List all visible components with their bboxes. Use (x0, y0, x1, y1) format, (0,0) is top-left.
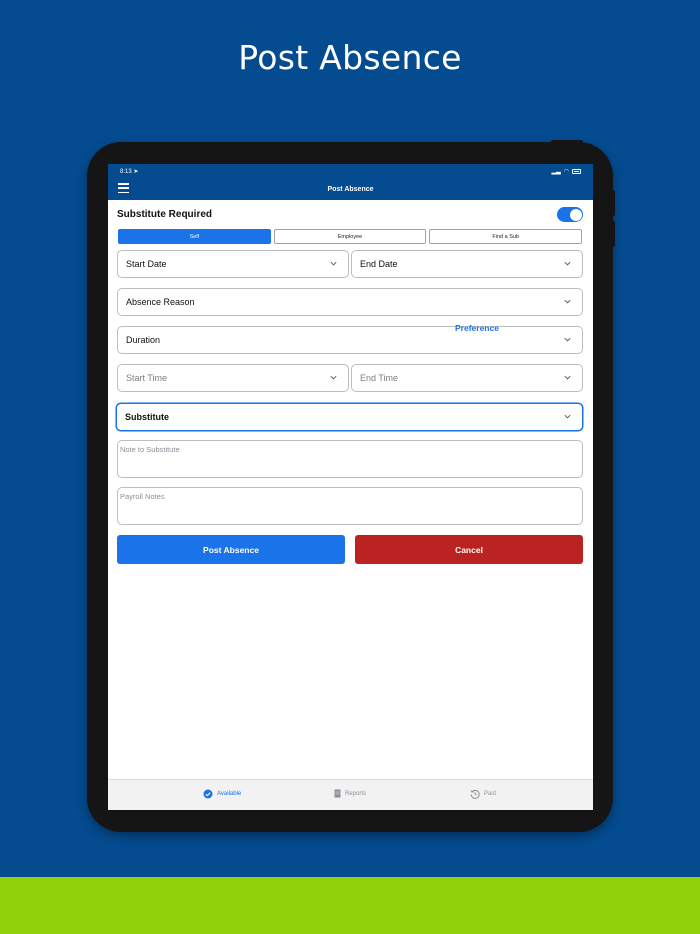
document-icon (334, 789, 341, 798)
start-time-field[interactable]: Start Time (117, 364, 349, 392)
status-time: 8:13 ➤ (120, 168, 139, 175)
chevron-down-icon (564, 299, 571, 304)
status-icons: ▂▃ ◠ (552, 168, 581, 175)
nav-title: Post Absence (327, 185, 374, 193)
post-absence-button[interactable]: Post Absence (117, 535, 345, 564)
tab-past[interactable]: Past (470, 789, 496, 799)
absence-reason-field[interactable]: Absence Reason (117, 288, 583, 316)
toggle-knob (569, 208, 582, 221)
chevron-down-icon (564, 375, 571, 380)
substitute-required-row: Substitute Required (117, 207, 583, 222)
preference-link[interactable]: Preference (455, 323, 499, 333)
battery-icon (572, 168, 581, 174)
end-date-label: End Date (360, 259, 398, 269)
tablet-volume-up-button (611, 190, 615, 216)
cancel-button[interactable]: Cancel (355, 535, 583, 564)
end-time-placeholder: End Time (360, 373, 399, 383)
signal-icon: ▂▃ (551, 168, 561, 175)
duration-field[interactable]: Duration (117, 326, 583, 354)
wifi-icon: ◠ (563, 168, 569, 175)
substitute-label: Substitute (125, 412, 169, 422)
tab-available[interactable]: Available (203, 789, 241, 799)
tablet-volume-down-button (611, 221, 615, 247)
segment-self[interactable]: Self (118, 229, 271, 244)
history-icon (470, 789, 480, 799)
app-screen: 8:13 ➤ ▂▃ ◠ Post Absence Substitute Requ… (108, 164, 593, 810)
tab-reports-label: Reports (345, 790, 367, 797)
end-time-field[interactable]: End Time (351, 364, 583, 392)
payroll-notes-placeholder: Payroll Notes (120, 492, 165, 501)
tab-reports[interactable]: Reports (334, 789, 366, 798)
green-band (0, 877, 700, 934)
tab-past-label: Past (484, 791, 497, 797)
substitute-field[interactable]: Substitute (116, 403, 583, 431)
tab-available-label: Available (217, 791, 242, 797)
chevron-down-icon (564, 414, 571, 419)
duration-label: Duration (126, 335, 161, 345)
segmented-control: Self Employee Find a Sub (118, 229, 583, 244)
start-date-field[interactable]: Start Date (117, 250, 349, 278)
note-to-substitute-input[interactable]: Note to Substitute (117, 440, 583, 478)
start-date-label: Start Date (126, 259, 167, 269)
tablet-power-button (551, 140, 583, 144)
absence-reason-label: Absence Reason (126, 297, 195, 307)
payroll-notes-input[interactable]: Payroll Notes (117, 487, 583, 525)
start-time-placeholder: Start Time (126, 373, 168, 383)
chevron-down-icon (564, 261, 571, 266)
note-to-substitute-placeholder: Note to Substitute (120, 445, 180, 454)
nav-bar: Post Absence (108, 178, 593, 200)
menu-icon[interactable] (118, 183, 129, 193)
chevron-down-icon (330, 261, 337, 266)
segment-find-a-sub[interactable]: Find a Sub (429, 229, 583, 244)
end-date-field[interactable]: End Date (351, 250, 583, 278)
hero-title: Post Absence (238, 38, 462, 77)
status-bar: 8:13 ➤ ▂▃ ◠ (108, 164, 593, 178)
substitute-required-toggle[interactable] (557, 207, 583, 222)
substitute-required-label: Substitute Required (117, 209, 213, 220)
chevron-down-icon (330, 375, 337, 380)
chevron-down-icon (564, 337, 571, 342)
segment-employee[interactable]: Employee (273, 229, 427, 244)
tab-bar: Available Reports Past (108, 779, 593, 810)
check-circle-icon (203, 789, 213, 799)
